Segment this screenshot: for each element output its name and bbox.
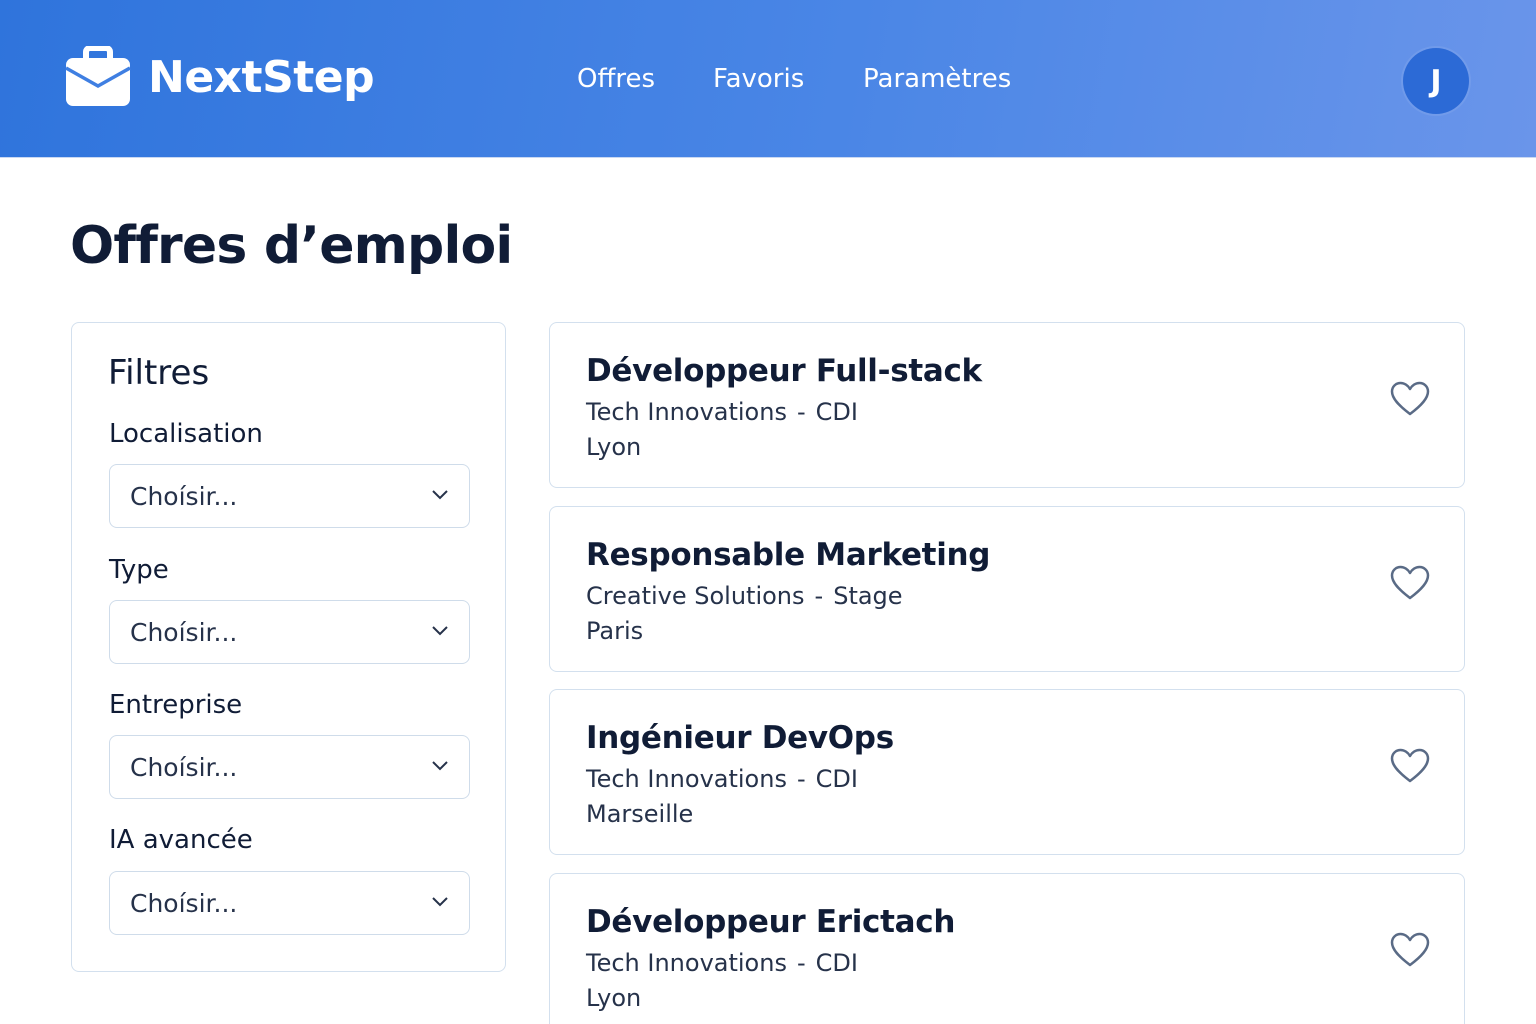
job-location: Paris (586, 617, 644, 645)
chevron-down-icon (432, 761, 448, 771)
chevron-down-icon (432, 626, 448, 636)
briefcase-icon (65, 46, 131, 106)
job-company: Creative Solutions (586, 582, 805, 610)
heart-outline-icon (1390, 932, 1430, 967)
entreprise-select[interactable]: Choísir... (109, 735, 470, 799)
select-value: Choísir... (130, 888, 238, 918)
nav-item-favoris[interactable]: Favoris (713, 64, 804, 94)
job-title: Ingénieur DevOps (586, 720, 894, 756)
heart-outline-icon (1390, 748, 1430, 783)
nav-item-parametres[interactable]: Paramètres (863, 64, 1011, 94)
brand-name: NextStep (148, 51, 375, 103)
job-company: Tech Innovations (586, 398, 787, 426)
job-location: Lyon (586, 433, 642, 461)
type-select[interactable]: Choísir... (109, 600, 470, 664)
top-header: NextStep Offres Favoris Paramètres J (0, 0, 1536, 158)
filter-label-ia-avancee: IA avancée (109, 825, 253, 855)
job-meta: Tech Innovations - CDI (586, 949, 858, 977)
localisation-select[interactable]: Choísir... (109, 464, 470, 528)
ia-avancee-select[interactable]: Choísir... (109, 871, 470, 935)
meta-separator: - (796, 949, 806, 977)
job-card[interactable]: Responsable Marketing Creative Solutions… (549, 506, 1465, 672)
job-location: Lyon (586, 984, 642, 1012)
page-title: Offres d’emploi (70, 216, 513, 276)
favorite-button[interactable] (1390, 563, 1430, 603)
job-title: Développeur Erictach (586, 904, 956, 940)
filter-label-localisation: Localisation (109, 419, 263, 449)
select-value: Choísir... (130, 481, 238, 511)
job-company: Tech Innovations (586, 765, 787, 793)
job-title: Développeur Full-stack (586, 353, 982, 389)
job-contract: CDI (815, 949, 858, 977)
meta-separator: - (796, 765, 806, 793)
filter-label-entreprise: Entreprise (109, 690, 243, 720)
job-meta: Tech Innovations - CDI (586, 398, 858, 426)
chevron-down-icon (432, 490, 448, 500)
job-meta: Creative Solutions - Stage (586, 582, 903, 610)
favorite-button[interactable] (1390, 379, 1430, 419)
job-card[interactable]: Ingénieur DevOps Tech Innovations - CDI Ma… (549, 689, 1465, 855)
job-meta: Tech Innovations - CDI (586, 765, 858, 793)
select-value: Choísir... (130, 617, 238, 647)
filters-title: Filtres (108, 353, 210, 393)
job-company: Tech Innovations (586, 949, 787, 977)
job-card[interactable]: Développeur Erictach Tech Innovations - CD… (549, 873, 1465, 1024)
job-contract: CDI (815, 398, 858, 426)
job-contract: CDI (815, 765, 858, 793)
meta-separator: - (796, 398, 806, 426)
meta-separator: - (814, 582, 824, 610)
job-location: Marseille (586, 800, 694, 828)
heart-outline-icon (1390, 381, 1430, 416)
brand-logo[interactable]: NextStep (64, 46, 375, 108)
job-title: Responsable Marketing (586, 537, 991, 573)
filters-panel: Filtres Localisation Choísir... Type Cho… (71, 322, 506, 972)
job-contract: Stage (833, 582, 903, 610)
chevron-down-icon (432, 897, 448, 907)
favorite-button[interactable] (1390, 746, 1430, 786)
select-value: Choísir... (130, 752, 238, 782)
filter-label-type: Type (109, 555, 169, 585)
user-avatar[interactable]: J (1403, 48, 1469, 114)
nav-item-offres[interactable]: Offres (577, 64, 655, 94)
heart-outline-icon (1390, 565, 1430, 600)
job-card[interactable]: Développeur Full-stack Tech Innovations -… (549, 322, 1465, 488)
favorite-button[interactable] (1390, 930, 1430, 970)
